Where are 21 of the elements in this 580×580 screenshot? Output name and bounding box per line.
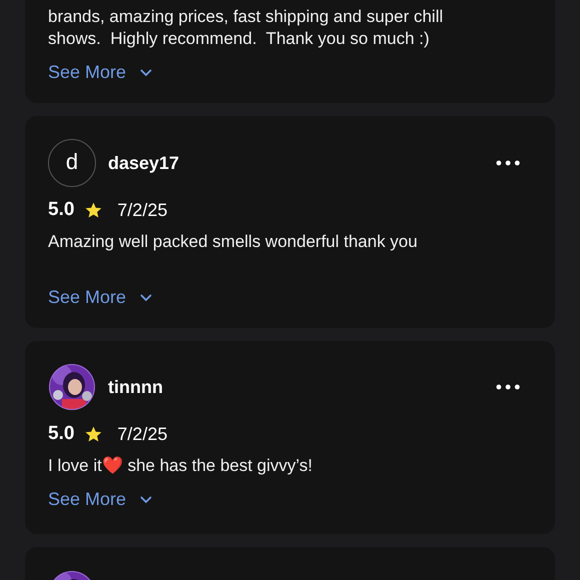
see-more-button[interactable]: See More bbox=[48, 62, 152, 83]
review-text: Amazing well packed smells wonderful thank you bbox=[48, 231, 418, 253]
see-more-button[interactable]: See More bbox=[48, 489, 152, 510]
star-icon bbox=[84, 424, 104, 444]
chevron-down-icon bbox=[140, 294, 152, 302]
review-text: shows. Highly recommend. Thank you so much :) bbox=[48, 28, 430, 50]
username[interactable]: tinnnn bbox=[108, 376, 163, 398]
review-text: brands, amazing prices, fast shipping and super chill bbox=[48, 6, 444, 28]
more-icon[interactable] bbox=[496, 160, 520, 166]
review-text: I love it❤ she has the best givvy’s! bbox=[48, 455, 314, 477]
see-more-button[interactable]: See More bbox=[48, 287, 152, 308]
rating-value: 5.0 bbox=[48, 423, 74, 445]
chevron-down-icon bbox=[140, 496, 152, 504]
more-icon[interactable] bbox=[496, 384, 520, 390]
username[interactable]: dasey17 bbox=[108, 152, 180, 174]
user-avatar[interactable]: d bbox=[48, 139, 96, 187]
star-icon bbox=[84, 200, 104, 220]
review-date: 7/2/25 bbox=[117, 200, 168, 220]
rating-value: 5.0 bbox=[48, 199, 74, 221]
review-date: 7/2/25 bbox=[117, 424, 168, 444]
chevron-down-icon bbox=[140, 68, 152, 76]
